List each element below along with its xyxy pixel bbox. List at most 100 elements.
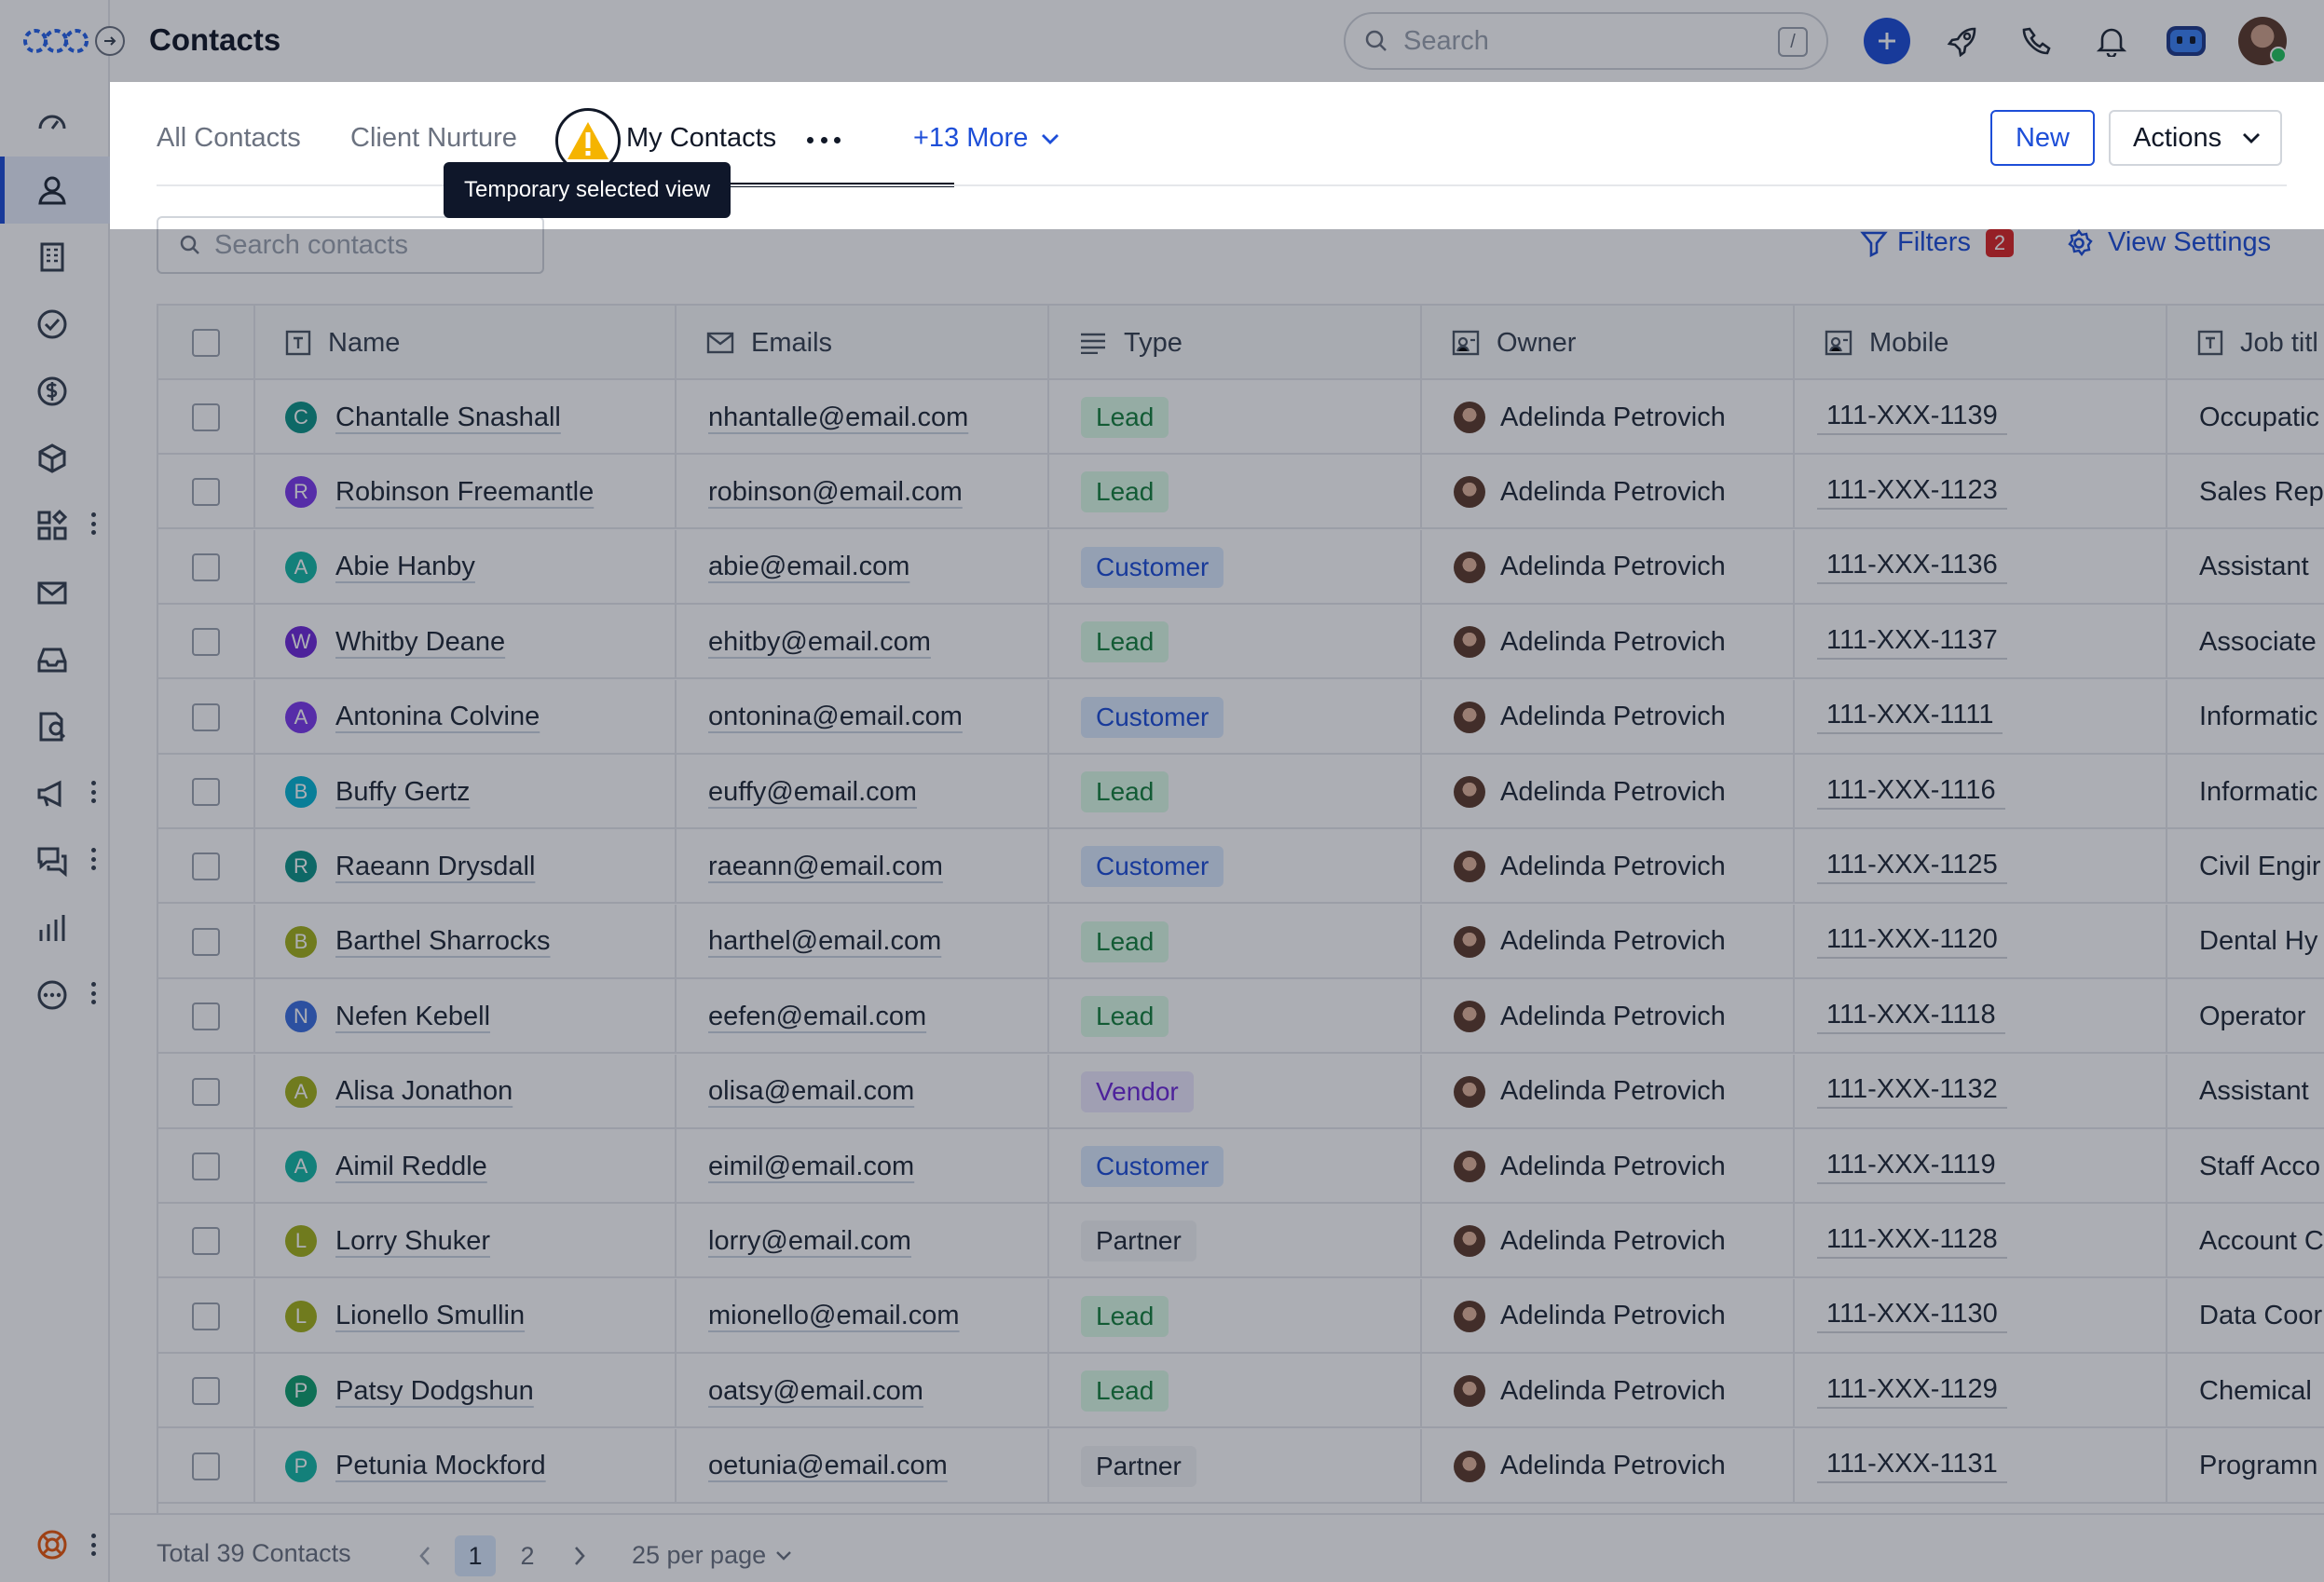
contact-email-link[interactable]: oetunia@email.com bbox=[708, 1451, 948, 1481]
contact-email-link[interactable]: nhantalle@email.com bbox=[708, 402, 968, 433]
phone-icon[interactable] bbox=[2013, 17, 2061, 65]
help-menu-dots[interactable] bbox=[86, 1530, 101, 1560]
contact-email-link[interactable]: robinson@email.com bbox=[708, 477, 963, 508]
row-checkbox[interactable] bbox=[192, 478, 220, 507]
contact-email-link[interactable]: harthel@email.com bbox=[708, 926, 941, 957]
row-checkbox[interactable] bbox=[192, 552, 220, 581]
contact-email-link[interactable]: abie@email.com bbox=[708, 552, 909, 582]
plus-icon[interactable] bbox=[1864, 18, 1910, 64]
contact-email-link[interactable]: olisa@email.com bbox=[708, 1076, 914, 1107]
row-checkbox[interactable] bbox=[192, 1002, 220, 1031]
campaigns-menu-dots[interactable] bbox=[86, 777, 101, 807]
contact-name-link[interactable]: Whitby Deane bbox=[335, 627, 505, 658]
contact-name-link[interactable]: Chantalle Snashall bbox=[335, 402, 561, 433]
more-views-dropdown[interactable]: +13 More bbox=[913, 123, 1059, 154]
column-header-mobile[interactable]: Mobile bbox=[1795, 306, 2167, 380]
page-2-button[interactable]: 2 bbox=[507, 1535, 548, 1576]
filters-button[interactable]: Filters 2 bbox=[1860, 227, 2014, 258]
conversations-menu-dots[interactable] bbox=[86, 844, 101, 874]
mobile-value[interactable]: 111-XXX-1120 bbox=[1817, 924, 2007, 960]
contact-email-link[interactable]: oatsy@email.com bbox=[708, 1376, 923, 1407]
row-checkbox[interactable] bbox=[192, 1452, 220, 1480]
companies-icon[interactable] bbox=[0, 224, 110, 291]
table-row[interactable]: N Nefen Kebell eefen@email.com Lead Adelinda… bbox=[158, 979, 2324, 1055]
row-checkbox[interactable] bbox=[192, 1302, 220, 1330]
mobile-value[interactable]: 111-XXX-1139 bbox=[1817, 401, 2007, 435]
contact-email-link[interactable]: ontonina@email.com bbox=[708, 702, 963, 732]
row-checkbox[interactable] bbox=[192, 1152, 220, 1180]
table-row[interactable]: R Raeann Drysdall raeann@email.com Customer… bbox=[158, 829, 2324, 905]
contact-email-link[interactable]: euffy@email.com bbox=[708, 777, 917, 808]
table-row[interactable]: B Barthel Sharrocks harthel@email.com Lead A… bbox=[158, 904, 2324, 979]
table-row[interactable]: A Abie Hanby abie@email.com Customer Adelind… bbox=[158, 529, 2324, 605]
mobile-value[interactable]: 111-XXX-1119 bbox=[1817, 1150, 2005, 1184]
contacts-search-input[interactable]: Search contacts bbox=[157, 216, 544, 274]
contact-name-link[interactable]: Petunia Mockford bbox=[335, 1451, 546, 1481]
row-checkbox[interactable] bbox=[192, 1077, 220, 1106]
mobile-value[interactable]: 111-XXX-1137 bbox=[1817, 625, 2007, 660]
page-1-button[interactable]: 1 bbox=[455, 1535, 496, 1576]
avatar[interactable] bbox=[2238, 17, 2287, 65]
tab-my-contacts[interactable]: My Contacts bbox=[626, 123, 776, 154]
view-settings-button[interactable]: View Settings bbox=[2065, 227, 2271, 258]
mobile-value[interactable]: 111-XXX-1116 bbox=[1817, 775, 2005, 810]
row-checkbox[interactable] bbox=[192, 702, 220, 731]
contacts-icon[interactable] bbox=[0, 157, 110, 224]
row-checkbox[interactable] bbox=[192, 628, 220, 657]
documents-icon[interactable] bbox=[0, 693, 110, 760]
column-header-owner[interactable]: Owner bbox=[1422, 306, 1795, 380]
mobile-value[interactable]: 111-XXX-1125 bbox=[1817, 850, 2007, 884]
actions-button[interactable]: Actions bbox=[2109, 110, 2282, 166]
contact-name-link[interactable]: Nefen Kebell bbox=[335, 1002, 490, 1032]
table-row[interactable]: L Lionello Smullin mionello@email.com Lead A… bbox=[158, 1278, 2324, 1354]
per-page-select[interactable]: 25 per page bbox=[632, 1541, 792, 1570]
contact-name-link[interactable]: Lorry Shuker bbox=[335, 1226, 490, 1257]
table-row[interactable]: A Antonina Colvine ontonina@email.com Custo… bbox=[158, 679, 2324, 755]
contact-name-link[interactable]: Alisa Jonathon bbox=[335, 1076, 513, 1107]
row-checkbox[interactable] bbox=[192, 1227, 220, 1256]
contact-name-link[interactable]: Lionello Smullin bbox=[335, 1301, 525, 1331]
deals-icon[interactable] bbox=[0, 358, 110, 425]
column-header-name[interactable]: Name bbox=[255, 306, 677, 380]
table-row[interactable]: P Petunia Mockford oetunia@email.com Partne… bbox=[158, 1428, 2324, 1504]
logo-icon[interactable] bbox=[22, 22, 89, 60]
contact-email-link[interactable]: mionello@email.com bbox=[708, 1301, 960, 1331]
reports-icon[interactable] bbox=[0, 894, 110, 961]
next-page-icon[interactable] bbox=[559, 1535, 600, 1576]
new-button[interactable]: New bbox=[1990, 110, 2095, 166]
contact-name-link[interactable]: Patsy Dodgshun bbox=[335, 1376, 534, 1407]
inbox-icon[interactable] bbox=[0, 626, 110, 693]
table-row[interactable]: A Aimil Reddle eimil@email.com Customer Adel… bbox=[158, 1129, 2324, 1204]
mobile-value[interactable]: 111-XXX-1123 bbox=[1817, 475, 2007, 510]
select-all-checkbox[interactable] bbox=[192, 329, 220, 357]
mobile-value[interactable]: 111-XXX-1118 bbox=[1817, 1000, 2005, 1034]
column-header-emails[interactable]: Emails bbox=[677, 306, 1049, 380]
rocket-icon[interactable] bbox=[1938, 17, 1987, 65]
mobile-value[interactable]: 111-XXX-1131 bbox=[1817, 1449, 2007, 1484]
dashboard-icon[interactable] bbox=[0, 89, 110, 157]
more-menu-dots[interactable] bbox=[86, 978, 101, 1008]
bell-icon[interactable] bbox=[2087, 17, 2136, 65]
table-row[interactable]: B Buffy Gertz euffy@email.com Lead Adelinda … bbox=[158, 755, 2324, 829]
contact-email-link[interactable]: raeann@email.com bbox=[708, 852, 943, 882]
contact-email-link[interactable]: eefen@email.com bbox=[708, 1002, 926, 1032]
mobile-value[interactable]: 111-XXX-1132 bbox=[1817, 1074, 2007, 1110]
products-icon[interactable] bbox=[0, 425, 110, 492]
contact-name-link[interactable]: Raeann Drysdall bbox=[335, 852, 535, 882]
tab-client-nurture[interactable]: Client Nurture bbox=[350, 123, 517, 154]
mobile-value[interactable]: 111-XXX-1128 bbox=[1817, 1224, 2007, 1259]
table-row[interactable]: P Patsy Dodgshun oatsy@email.com Lead Adelin… bbox=[158, 1354, 2324, 1429]
contact-name-link[interactable]: Abie Hanby bbox=[335, 552, 475, 582]
mobile-value[interactable]: 111-XXX-1111 bbox=[1817, 700, 2003, 735]
row-checkbox[interactable] bbox=[192, 778, 220, 806]
row-checkbox[interactable] bbox=[192, 403, 220, 431]
expand-icon[interactable] bbox=[95, 26, 125, 56]
contact-name-link[interactable]: Buffy Gertz bbox=[335, 777, 471, 808]
mobile-value[interactable]: 111-XXX-1129 bbox=[1817, 1374, 2007, 1409]
mobile-value[interactable]: 111-XXX-1130 bbox=[1817, 1299, 2007, 1334]
mobile-value[interactable]: 111-XXX-1136 bbox=[1817, 550, 2007, 585]
table-row[interactable]: R Robinson Freemantle robinson@email.com Le… bbox=[158, 455, 2324, 530]
table-row[interactable]: C Chantalle Snashall nhantalle@email.com Le… bbox=[158, 380, 2324, 455]
row-checkbox[interactable] bbox=[192, 927, 220, 956]
row-checkbox[interactable] bbox=[192, 852, 220, 881]
